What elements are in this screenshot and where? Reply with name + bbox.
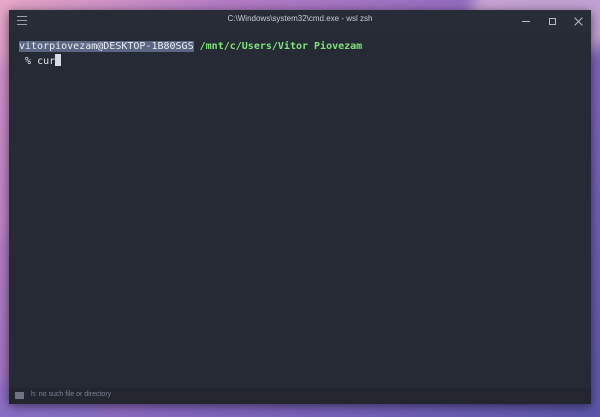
folder-icon <box>15 392 24 399</box>
status-bar: h: no such file or directory <box>9 388 591 404</box>
prompt-line: vitorpiovezam@DESKTOP-1B80SGS /mnt/c/Use… <box>19 40 362 53</box>
prompt-user-host[interactable]: vitorpiovezam@DESKTOP-1B80SGS <box>19 41 194 52</box>
command-line[interactable]: % cur <box>19 54 62 68</box>
close-icon <box>574 17 583 26</box>
title-bar[interactable]: C:\Windows\system32\cmd.exe - wsl zsh <box>9 10 591 32</box>
terminal-area[interactable]: vitorpiovezam@DESKTOP-1B80SGS /mnt/c/Use… <box>9 32 591 382</box>
status-message: h: no such file or directory <box>31 391 112 398</box>
prompt-symbol: % <box>25 56 32 67</box>
prompt-path: /mnt/c/Users/Vitor Piovezam <box>199 41 363 52</box>
maximize-icon <box>548 17 556 25</box>
window-title: C:\Windows\system32\cmd.exe - wsl zsh <box>227 14 373 23</box>
terminal-window: C:\Windows\system32\cmd.exe - wsl zsh vi… <box>9 10 591 404</box>
minimize-icon <box>522 20 530 22</box>
minimize-button[interactable] <box>513 10 539 32</box>
close-button[interactable] <box>565 10 591 32</box>
command-input[interactable]: cur <box>37 56 55 67</box>
window-controls <box>513 10 591 32</box>
text-cursor <box>55 54 62 66</box>
maximize-button[interactable] <box>539 10 565 32</box>
